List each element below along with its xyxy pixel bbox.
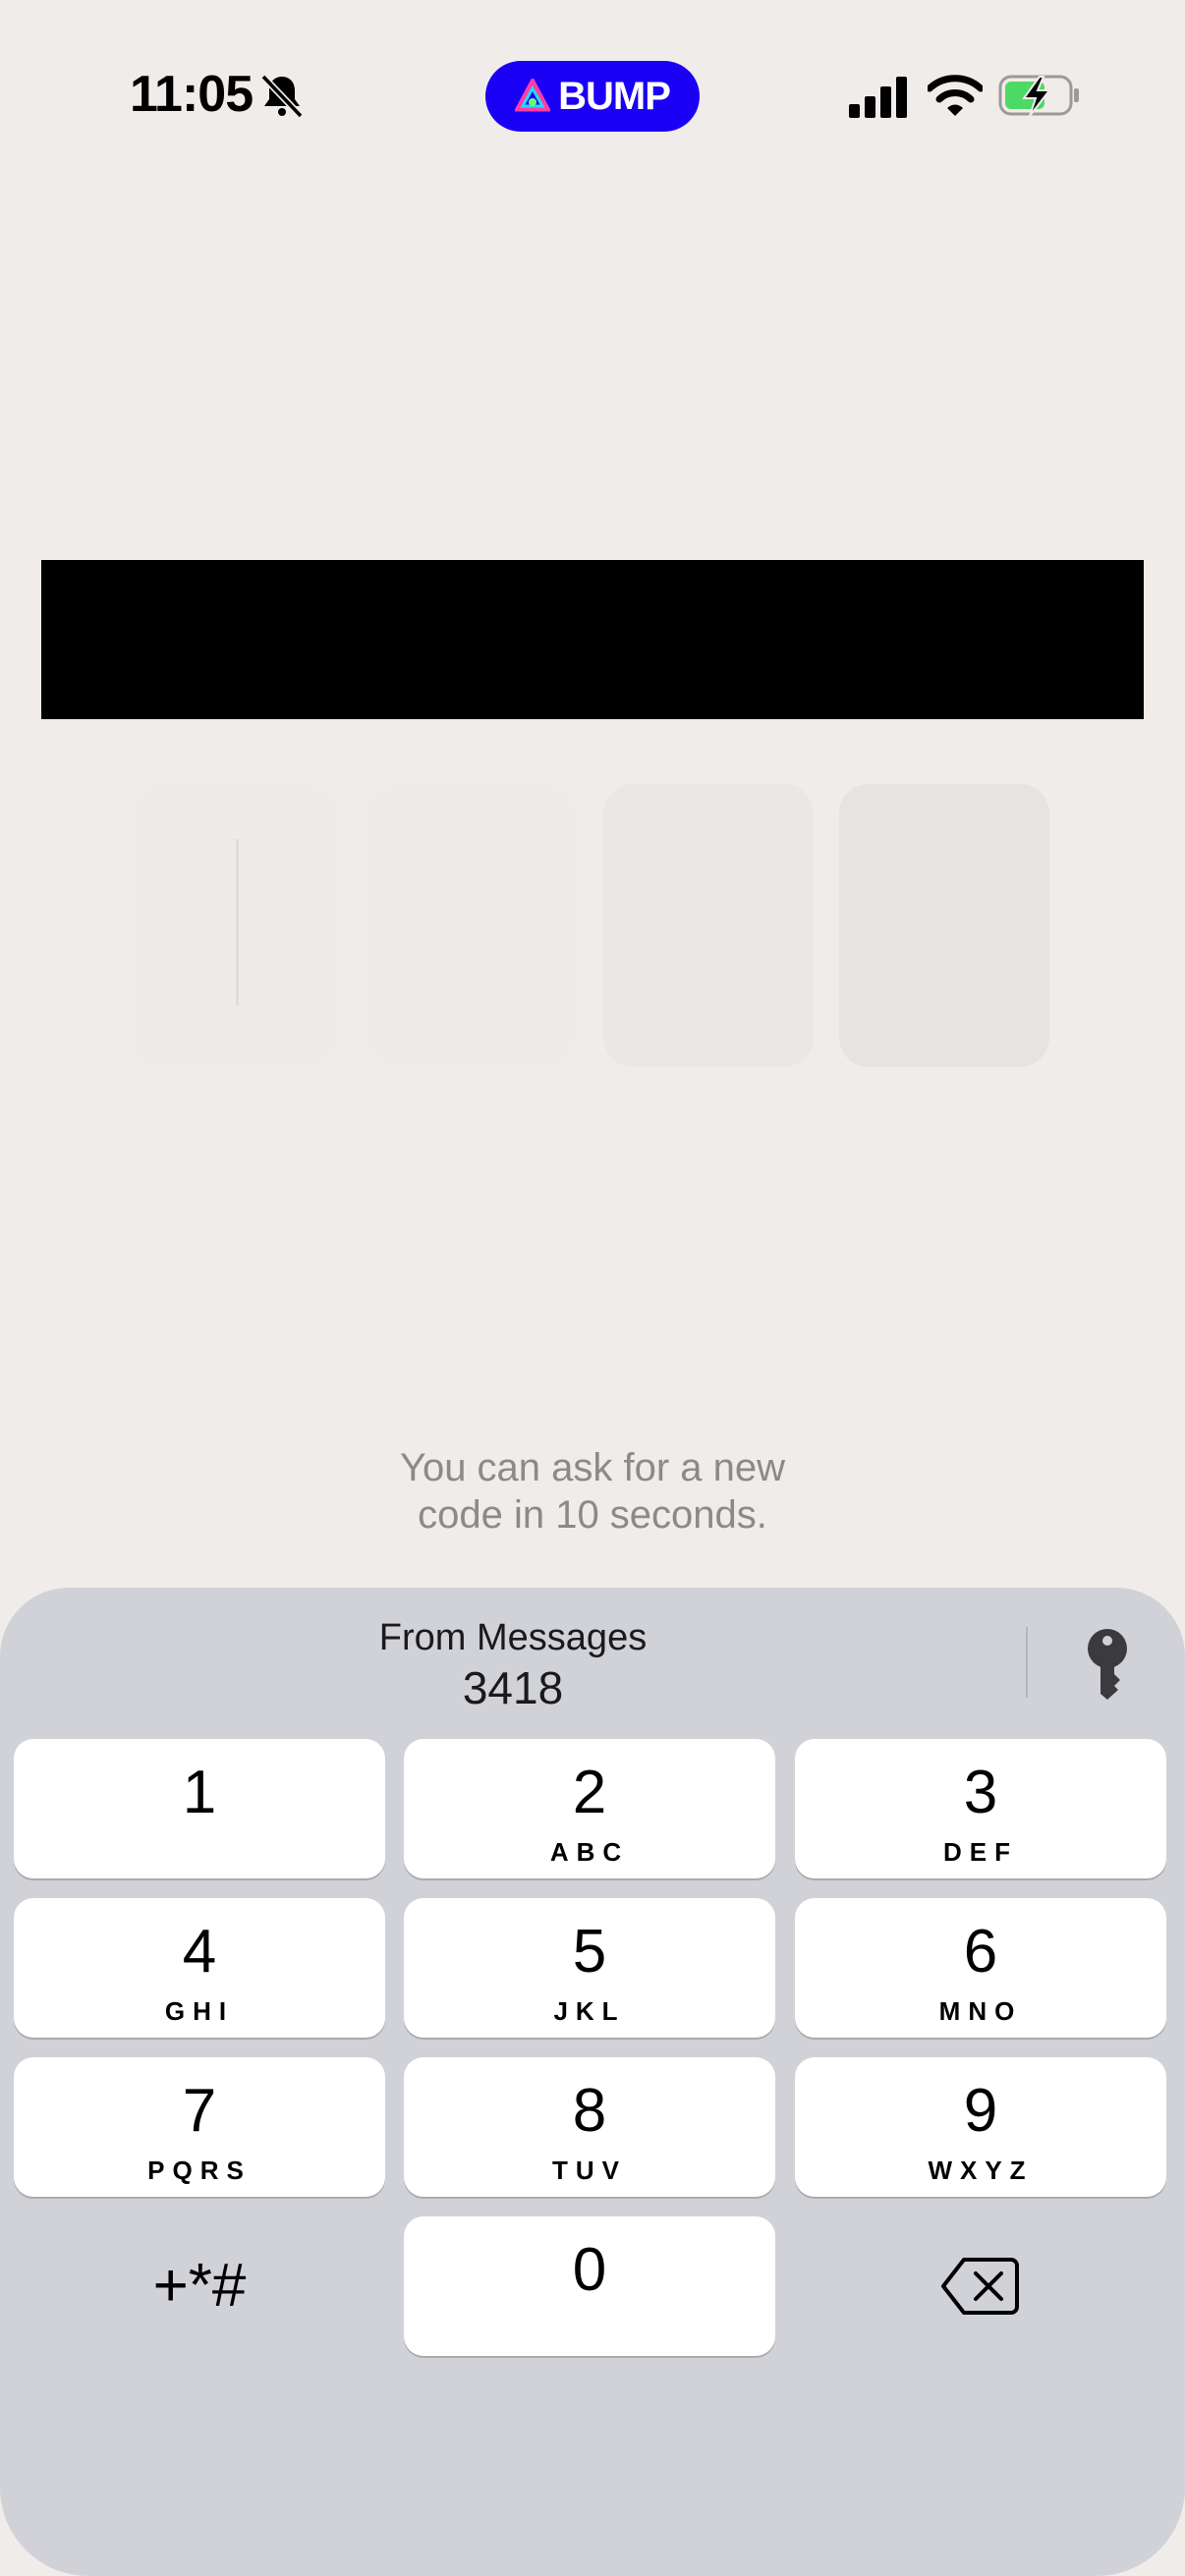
key-letters: ABC: [549, 1837, 630, 1867]
key-letters: TUV: [552, 2156, 627, 2185]
numeric-keyboard: From Messages 3418 1 2 ABC 3 DEF 4 GHI 5…: [0, 1588, 1185, 2576]
symbols-label: +*#: [152, 2252, 247, 2320]
code-digit-box-2[interactable]: [366, 784, 576, 1067]
key-2[interactable]: 2 ABC: [404, 1739, 775, 1878]
wifi-icon: [928, 75, 983, 116]
key-letters: WXYZ: [928, 2156, 1034, 2185]
key-1[interactable]: 1: [14, 1739, 385, 1878]
code-digit-box-4[interactable]: [839, 784, 1049, 1067]
redacted-bar: [41, 560, 1144, 719]
key-7[interactable]: 7 PQRS: [14, 2057, 385, 2197]
key-digit: 9: [963, 2077, 998, 2145]
key-digit: 3: [963, 1759, 998, 1826]
key-digit: 7: [182, 2077, 217, 2145]
key-digit: 2: [572, 1759, 607, 1826]
suggestion-divider: [1026, 1627, 1028, 1698]
key-letters: MNO: [938, 1996, 1023, 2026]
key-5[interactable]: 5 JKL: [404, 1898, 775, 2038]
key-digit: 6: [963, 1918, 998, 1986]
suggestion-code: 3418: [462, 1662, 564, 1713]
key-digit: 0: [572, 2236, 607, 2304]
code-digit-box-1[interactable]: [130, 784, 340, 1067]
key-letters: GHI: [164, 1996, 235, 2026]
suggestion-label: From Messages: [378, 1617, 648, 1658]
bump-app-badge[interactable]: BUMP: [485, 61, 700, 132]
key-letters: PQRS: [147, 2156, 252, 2185]
autofill-suggestion[interactable]: From Messages 3418: [314, 1615, 711, 1715]
resend-countdown-text: You can ask for a new code in 10 seconds…: [0, 1444, 1185, 1539]
key-digit: 8: [572, 2077, 607, 2145]
key-letters: JKL: [553, 1996, 626, 2026]
key-0[interactable]: 0: [404, 2216, 775, 2356]
bump-logo-icon: [515, 79, 551, 112]
battery-charging-icon: [998, 75, 1079, 117]
passwords-key-icon[interactable]: [1081, 1627, 1134, 1700]
signal-icon: [849, 77, 907, 118]
key-digit: 5: [572, 1918, 607, 1986]
bell-slash-icon: [260, 74, 304, 119]
key-3[interactable]: 3 DEF: [795, 1739, 1166, 1878]
symbols-key[interactable]: +*#: [14, 2216, 385, 2356]
text-caret: [236, 839, 239, 1006]
key-digit: 4: [182, 1918, 217, 1986]
code-digit-box-3[interactable]: [603, 784, 814, 1067]
key-6[interactable]: 6 MNO: [795, 1898, 1166, 2038]
backspace-key[interactable]: [795, 2216, 1166, 2356]
status-time: 11:05: [130, 66, 254, 123]
key-8[interactable]: 8 TUV: [404, 2057, 775, 2197]
key-letters: DEF: [943, 1837, 1018, 1867]
resend-line-1: You can ask for a new: [399, 1446, 786, 1489]
resend-line-2: code in 10 seconds.: [418, 1493, 767, 1537]
key-4[interactable]: 4 GHI: [14, 1898, 385, 2038]
key-9[interactable]: 9 WXYZ: [795, 2057, 1166, 2197]
backspace-icon: [941, 2258, 1019, 2315]
key-digit: 1: [182, 1759, 217, 1826]
bump-label: BUMP: [558, 74, 671, 118]
